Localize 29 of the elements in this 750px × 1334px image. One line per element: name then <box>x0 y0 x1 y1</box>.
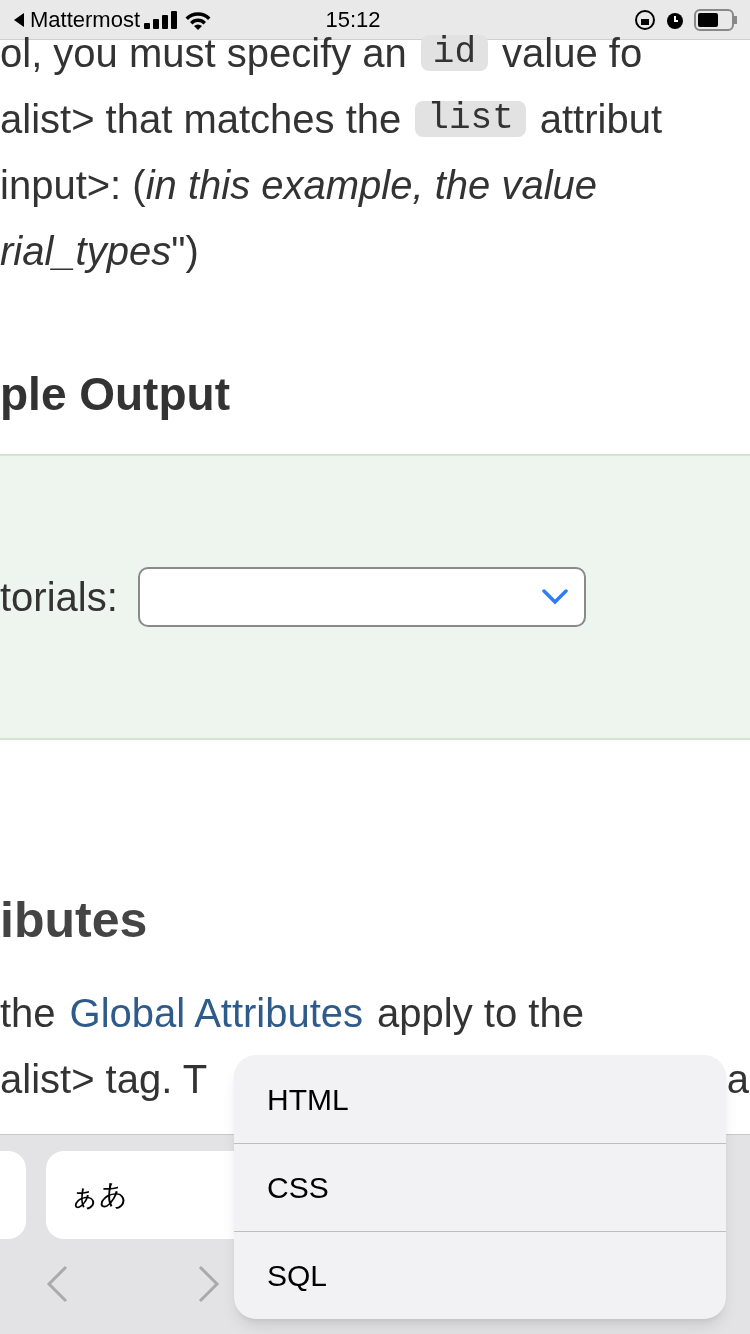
clock-time: 15:12 <box>324 6 382 34</box>
paragraph-text: rial_types") <box>0 231 199 271</box>
menu-option[interactable]: SQL <box>234 1231 726 1319</box>
link[interactable]: Global Attributes <box>69 993 364 1033</box>
wifi-icon <box>184 9 213 30</box>
paragraph-text: apply to the <box>377 993 584 1033</box>
menu-option[interactable]: HTML <box>234 1055 726 1143</box>
paragraph-text: a <box>726 1059 749 1099</box>
back-arrow-icon[interactable] <box>12 11 26 28</box>
paragraph-text: the <box>0 993 56 1033</box>
paragraph-text: alist> tag. T <box>0 1059 208 1099</box>
keyboard-key[interactable] <box>0 1151 26 1239</box>
chevron-left-icon[interactable] <box>46 1265 68 1303</box>
paragraph-text: attribut <box>539 99 663 139</box>
paragraph-text: ol, you must specify an <box>0 33 407 73</box>
field-label: torials: <box>0 574 118 621</box>
code-snippet: id <box>420 35 489 71</box>
chevron-right-icon[interactable] <box>198 1265 220 1303</box>
code-snippet: list <box>415 101 526 137</box>
back-label[interactable]: Mattermost <box>30 3 141 36</box>
select-field[interactable] <box>137 567 586 627</box>
paragraph-text: alist> that matches the <box>0 99 402 139</box>
battery-icon <box>694 8 738 31</box>
section-heading: ple Output <box>0 367 231 422</box>
section-heading: ibutes <box>0 891 149 950</box>
chevron-down-icon <box>541 589 568 605</box>
paragraph-text: value fo <box>502 33 643 73</box>
paragraph-text: input>: (in this example, the value <box>0 165 598 205</box>
menu-option[interactable]: CSS <box>234 1143 726 1231</box>
